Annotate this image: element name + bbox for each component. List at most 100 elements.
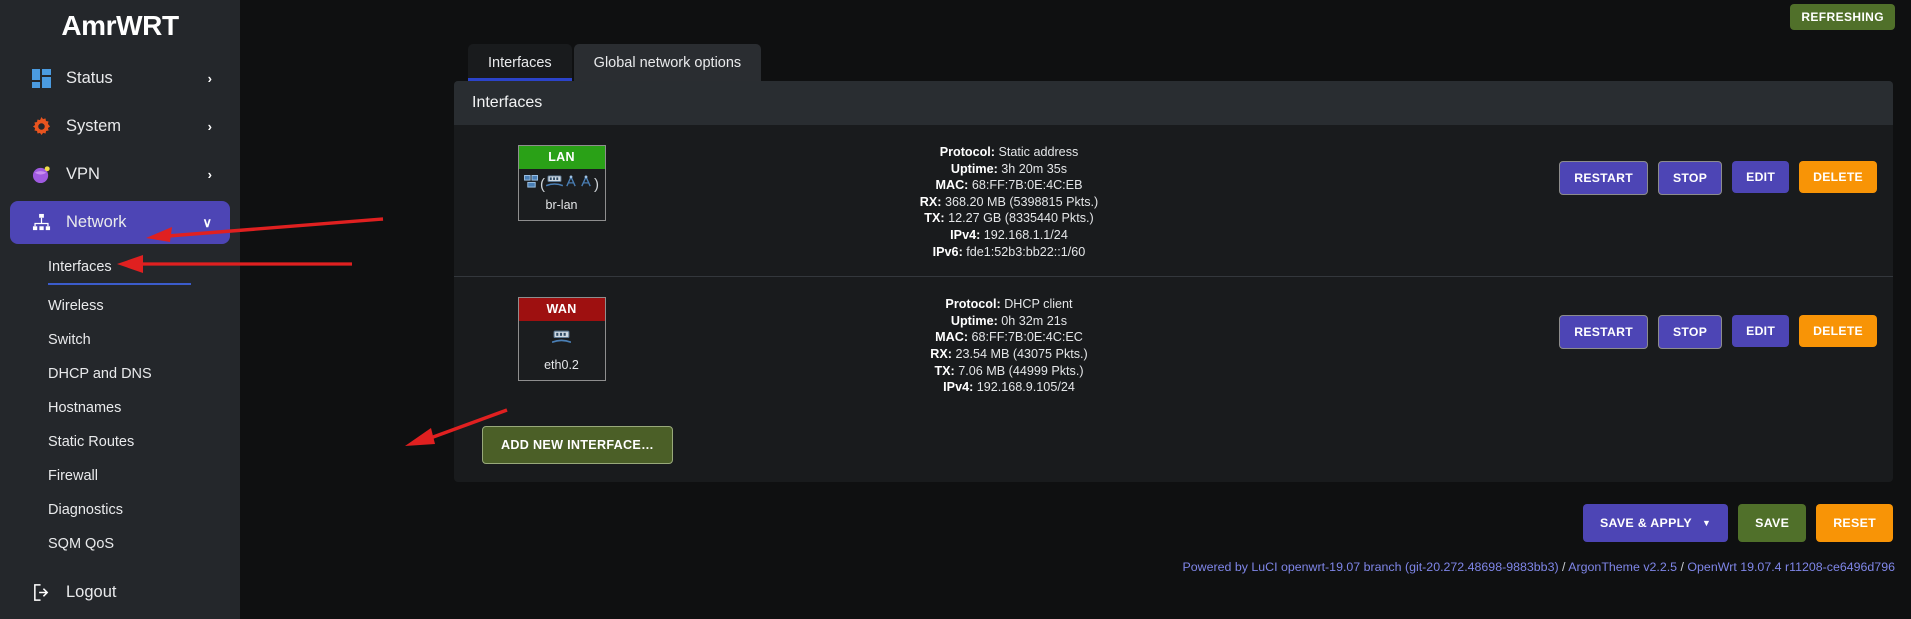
detail-value: 192.168.1.1/24	[983, 227, 1068, 242]
network-icon	[30, 212, 52, 234]
luci-version-link[interactable]: Powered by LuCI openwrt-19.07 branch (gi…	[1182, 560, 1558, 574]
detail-key: TX:	[924, 211, 945, 226]
sidebar-item-firewall[interactable]: Firewall	[0, 462, 240, 489]
sidebar-item-logout[interactable]: Logout	[10, 571, 230, 614]
active-subitem-underline	[48, 283, 191, 285]
sidebar-subitem-label: Static Routes	[48, 433, 135, 450]
detail-key: TX:	[934, 363, 955, 378]
sidebar-item-label: Logout	[66, 583, 117, 601]
topbar: REFRESHING	[240, 0, 1911, 30]
interface-box-lan: LAN () br-lan	[517, 145, 606, 221]
sidebar-item-hostnames[interactable]: Hostnames	[0, 394, 240, 421]
detail-value: DHCP client	[1004, 297, 1073, 312]
table-row: LAN () br-lan Protocol: Static address …	[454, 125, 1893, 278]
interface-device-name: eth0.2	[544, 358, 579, 373]
wifi-icon	[564, 175, 578, 193]
sidebar-subitem-label: Switch	[48, 331, 91, 348]
sidebar-item-status[interactable]: Status ›	[10, 57, 230, 100]
detail-key: MAC:	[935, 178, 969, 193]
sidebar-item-diagnostics[interactable]: Diagnostics	[0, 496, 240, 523]
openwrt-version-link[interactable]: OpenWrt 19.07.4 r11208-ce6496d796	[1687, 560, 1895, 574]
detail-key: Protocol:	[939, 145, 995, 159]
form-actions: SAVE & APPLY ▼ SAVE RESET	[240, 482, 1911, 542]
detail-value: 12.27 GB (8335440 Pkts.)	[948, 211, 1094, 226]
sidebar-item-dhcp-and-dns[interactable]: DHCP and DNS	[0, 360, 240, 387]
detail-value: 192.168.9.105/24	[976, 380, 1075, 395]
sidebar-item-wireless[interactable]: Wireless	[0, 292, 240, 319]
add-interface-row: ADD NEW INTERFACE…	[454, 412, 1893, 482]
detail-key: Uptime:	[950, 161, 998, 176]
tab-global-network-options[interactable]: Global network options	[573, 44, 762, 81]
detail-value: 7.06 MB (44999 Pkts.)	[958, 363, 1084, 378]
delete-button[interactable]: DELETE	[1799, 315, 1877, 348]
detail-line: Uptime: 3h 20m 35s	[669, 161, 1349, 178]
sidebar-item-static-routes[interactable]: Static Routes	[0, 428, 240, 455]
sidebar-item-switch[interactable]: Switch	[0, 326, 240, 353]
detail-value: 68:FF:7B:0E:4C:EB	[971, 178, 1083, 193]
restart-button[interactable]: RESTART	[1559, 315, 1648, 350]
detail-value: 68:FF:7B:0E:4C:EC	[971, 330, 1083, 345]
sidebar-item-sqm-qos[interactable]: SQM QoS	[0, 530, 240, 557]
detail-value: 0h 32m 21s	[1001, 313, 1068, 328]
detail-key: RX:	[930, 346, 952, 361]
page-title: Interfaces	[454, 81, 1893, 125]
sidebar-item-system[interactable]: System ›	[10, 105, 230, 148]
network-submenu: Interfaces Wireless Switch DHCP and DNS …	[0, 249, 240, 557]
detail-line: IPv6: fde1:52b3:bb22::1/60	[669, 244, 1349, 261]
detail-key: IPv4:	[950, 227, 981, 242]
detail-line: TX: 7.06 MB (44999 Pkts.)	[669, 363, 1349, 380]
sidebar-subitem-label: Interfaces	[48, 258, 112, 275]
detail-value: 23.54 MB (43075 Pkts.)	[955, 346, 1088, 361]
tab-bar: Interfaces Global network options	[240, 44, 1911, 81]
detail-value: Static address	[998, 145, 1079, 159]
brand-name: AmrWRT	[61, 10, 179, 41]
footer-credit: Powered by LuCI openwrt-19.07 branch (gi…	[240, 542, 1911, 574]
detail-key: MAC:	[935, 330, 969, 345]
interface-box-cell: LAN () br-lan	[454, 143, 669, 221]
save-and-apply-label: SAVE & APPLY	[1599, 515, 1692, 530]
interfaces-panel: Interfaces LAN () br-lan Protocol: Stat…	[454, 81, 1893, 482]
detail-value: fde1:52b3:bb22::1/60	[966, 244, 1086, 259]
sidebar-subitem-label: Firewall	[48, 467, 98, 484]
detail-line: MAC: 68:FF:7B:0E:4C:EB	[669, 177, 1349, 194]
detail-line: Protocol: DHCP client	[669, 296, 1349, 313]
detail-line: RX: 368.20 MB (5398815 Pkts.)	[669, 194, 1349, 211]
chevron-right-icon: ›	[207, 167, 212, 182]
interface-name-badge: WAN	[518, 298, 605, 322]
detail-key: RX:	[919, 194, 942, 209]
sidebar-item-label: Status	[66, 69, 113, 87]
sidebar-item-interfaces[interactable]: Interfaces	[0, 253, 240, 280]
switch-icon	[551, 330, 572, 350]
sidebar-item-vpn[interactable]: VPN ›	[10, 153, 230, 196]
sidebar-subitem-label: DHCP and DNS	[48, 365, 152, 382]
save-and-apply-button[interactable]: SAVE & APPLY ▼	[1582, 503, 1729, 542]
reset-button[interactable]: RESET	[1816, 503, 1893, 542]
sidebar-item-label: System	[66, 117, 122, 135]
interface-actions-wan: RESTART STOP EDIT DELETE	[1349, 295, 1893, 350]
tab-interfaces[interactable]: Interfaces	[468, 44, 572, 81]
interface-device-name: br-lan	[545, 198, 578, 212]
chevron-down-icon: ∨	[202, 215, 212, 230]
detail-line: Protocol: Static address	[669, 144, 1349, 161]
table-row: WAN eth0.2 Protocol: DHCP client Uptime:…	[454, 277, 1893, 412]
detail-value: 3h 20m 35s	[1001, 161, 1068, 176]
theme-version-link[interactable]: ArgonTheme v2.2.5	[1568, 560, 1677, 574]
sidebar-subitem-label: SQM QoS	[48, 535, 115, 552]
add-new-interface-button[interactable]: ADD NEW INTERFACE…	[482, 425, 674, 464]
edit-button[interactable]: EDIT	[1732, 315, 1790, 348]
stop-button[interactable]: STOP	[1657, 315, 1723, 350]
sidebar-item-network[interactable]: Network ∨	[10, 201, 230, 244]
separator: /	[1677, 559, 1688, 574]
interface-name-badge: LAN	[518, 146, 605, 169]
edit-button[interactable]: EDIT	[1732, 161, 1790, 193]
bridge-icon	[524, 175, 539, 193]
delete-button[interactable]: DELETE	[1799, 161, 1877, 193]
chevron-right-icon: ›	[207, 119, 212, 134]
save-button[interactable]: SAVE	[1738, 503, 1807, 542]
interface-device-icons	[519, 321, 605, 355]
status-badge-refreshing[interactable]: REFRESHING	[1790, 4, 1895, 30]
stop-button[interactable]: STOP	[1657, 161, 1723, 195]
detail-key: IPv6:	[932, 244, 963, 259]
sidebar-subitem-label: Wireless	[48, 297, 104, 314]
restart-button[interactable]: RESTART	[1559, 161, 1648, 195]
